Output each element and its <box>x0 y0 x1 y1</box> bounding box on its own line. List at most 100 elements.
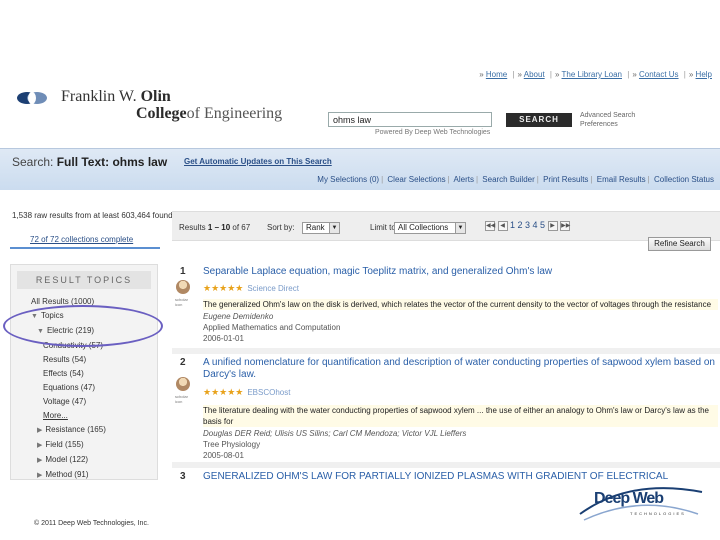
pagination: ◀◀ ◀ 1 2 3 4 5 ▶ ▶▶ <box>485 220 570 231</box>
chevron-down-icon: ▼ <box>455 223 465 233</box>
topic-item[interactable]: Results (54) <box>11 353 157 367</box>
result-source[interactable]: Science Direct <box>247 284 299 293</box>
chevron-down-icon: ▼ <box>329 223 339 233</box>
collection-status-link[interactable]: Collection Status <box>654 175 714 184</box>
result-separator <box>172 462 720 468</box>
topics-header: RESULT TOPICS <box>17 271 151 289</box>
topic-item[interactable]: Voltage (47) <box>11 395 157 409</box>
results-toolbar: My Selections (0) | Clear Selections | Ale… <box>317 175 714 184</box>
topic-label: Voltage (47) <box>43 397 87 406</box>
nav-link-home[interactable]: Home <box>486 70 507 79</box>
star-icon: ★★★★★ <box>203 283 244 293</box>
result-title[interactable]: Separable Laplace equation, magic Toepli… <box>203 266 718 278</box>
preferences-link[interactable]: Preferences <box>580 120 635 129</box>
results-found-text: 1,538 raw results from at least 603,464 … <box>12 211 175 220</box>
sort-select[interactable]: Rank ▼ <box>302 222 340 234</box>
page-numbers[interactable]: 1 2 3 4 5 <box>510 220 545 230</box>
result-date: 2005-08-01 <box>203 451 244 460</box>
result-item: 3 GENERALIZED OHM'S LAW FOR PARTIALLY IO… <box>172 471 720 483</box>
star-icon: ★★★★★ <box>203 387 244 397</box>
email-results-link[interactable]: Email Results <box>597 175 646 184</box>
topic-item[interactable]: ▶ Model (122) <box>11 453 157 468</box>
topic-label: Resistance (165) <box>45 425 106 434</box>
powered-by-text: Powered By Deep Web Technologies <box>375 129 491 136</box>
advanced-links: Advanced Search Preferences <box>580 111 635 129</box>
copyright-text: © 2011 Deep Web Technologies, Inc. <box>34 520 149 527</box>
results-count: Results 1 – 10 of 67 <box>179 223 251 232</box>
triangle-right-icon[interactable]: ▶ <box>37 427 42 434</box>
collections-progress-bar <box>10 247 160 249</box>
search-button[interactable]: SEARCH <box>506 113 572 127</box>
result-title[interactable]: GENERALIZED OHM'S LAW FOR PARTIALLY IONI… <box>203 471 718 483</box>
topic-label: Equations (47) <box>43 383 96 392</box>
result-item: 1 Separable Laplace equation, magic Toep… <box>172 266 720 356</box>
topic-item[interactable]: ▶ Method (91) <box>11 468 157 483</box>
topic-item[interactable]: Effects (54) <box>11 367 157 381</box>
topic-label: Model (122) <box>45 455 89 464</box>
topic-label: Effects (54) <box>43 369 84 378</box>
olin-logo-mark-icon <box>17 92 47 104</box>
triangle-right-icon[interactable]: ▶ <box>37 457 42 464</box>
search-title: Search: Full Text: ohms law <box>12 155 168 169</box>
topic-label: Field (155) <box>45 440 84 449</box>
topic-label: More... <box>43 411 68 420</box>
last-page-icon[interactable]: ▶▶ <box>560 220 570 231</box>
result-number: 3 <box>180 471 186 482</box>
source-label: scholar icon <box>175 297 188 307</box>
top-nav-links: » Home |» About |» The Library Loan |» C… <box>479 70 712 79</box>
rating-stars: ★★★★★ Science Direct <box>203 283 299 294</box>
first-page-icon[interactable]: ◀◀ <box>485 220 495 231</box>
rating-stars: ★★★★★ EBSCOhost <box>203 387 290 398</box>
progress-fill <box>10 247 160 249</box>
topic-item[interactable]: More... <box>11 409 157 423</box>
collections-complete-link[interactable]: 72 of 72 collections complete <box>30 235 133 244</box>
topic-item[interactable]: ▶ Field (155) <box>11 438 157 453</box>
prev-page-icon[interactable]: ◀ <box>497 220 508 231</box>
topic-label: Method (91) <box>45 470 89 479</box>
deep-web-sub: TECHNOLOGIES <box>630 511 686 516</box>
result-date: 2006-01-01 <box>203 334 244 343</box>
my-selections-link[interactable]: My Selections (0) <box>317 175 379 184</box>
result-separator <box>172 348 720 354</box>
result-snippet: The generalized Ohm's law on the disk is… <box>203 299 718 310</box>
result-topics-panel: RESULT TOPICS All Results (1000) ▼ Topics ▼… <box>10 264 158 480</box>
print-results-link[interactable]: Print Results <box>543 175 588 184</box>
topic-label: Results (54) <box>43 355 87 364</box>
results-header: Results 1 – 10 of 67 Sort by: Rank ▼ Lim… <box>172 211 720 251</box>
logo-college-line: Collegeof Engineering <box>136 105 283 122</box>
alerts-link[interactable]: Alerts <box>454 175 474 184</box>
result-snippet: The literature dealing with the water co… <box>203 405 718 427</box>
nav-link-library-loan[interactable]: The Library Loan <box>562 70 622 79</box>
result-journal: Tree Physiology <box>203 440 261 449</box>
advanced-search-link[interactable]: Advanced Search <box>580 111 635 120</box>
nav-link-help[interactable]: Help <box>696 70 712 79</box>
triangle-right-icon[interactable]: ▶ <box>37 442 42 449</box>
clear-selections-link[interactable]: Clear Selections <box>387 175 445 184</box>
source-avatar-icon <box>176 280 190 294</box>
next-page-icon[interactable]: ▶ <box>547 220 558 231</box>
limit-select[interactable]: All Collections ▼ <box>394 222 466 234</box>
result-number: 1 <box>180 266 186 277</box>
topic-item[interactable]: Equations (47) <box>11 381 157 395</box>
search-input[interactable] <box>328 112 492 127</box>
result-number: 2 <box>180 357 186 368</box>
nav-link-contact[interactable]: Contact Us <box>639 70 679 79</box>
automatic-updates-link[interactable]: Get Automatic Updates on This Search <box>184 157 332 166</box>
result-title[interactable]: A unified nomenclature for quantificatio… <box>203 357 718 381</box>
logo-name-line: Franklin W. Olin <box>61 88 171 105</box>
result-item: 2 A unified nomenclature for quantificat… <box>172 357 720 468</box>
sort-label: Sort by: <box>267 223 295 232</box>
source-avatar-icon <box>176 377 190 391</box>
result-source[interactable]: EBSCOhost <box>247 388 290 397</box>
search-builder-link[interactable]: Search Builder <box>482 175 534 184</box>
olin-logo[interactable]: Franklin W. Olin Collegeof Engineering <box>16 88 306 128</box>
result-author: Douglas DER Reid; Ulisis US Silins; Carl… <box>203 429 467 438</box>
result-author: Eugene Demidenko <box>203 312 274 321</box>
nav-link-about[interactable]: About <box>524 70 545 79</box>
topic-item[interactable]: ▶ Resistance (165) <box>11 423 157 438</box>
refine-search-button[interactable]: Refine Search <box>648 237 711 251</box>
deep-web-brand: Deep Web <box>594 490 664 507</box>
result-journal: Applied Mathematics and Computation <box>203 323 341 332</box>
search-summary-bar: Search: Full Text: ohms law Get Automati… <box>0 148 720 190</box>
triangle-right-icon[interactable]: ▶ <box>37 472 42 479</box>
